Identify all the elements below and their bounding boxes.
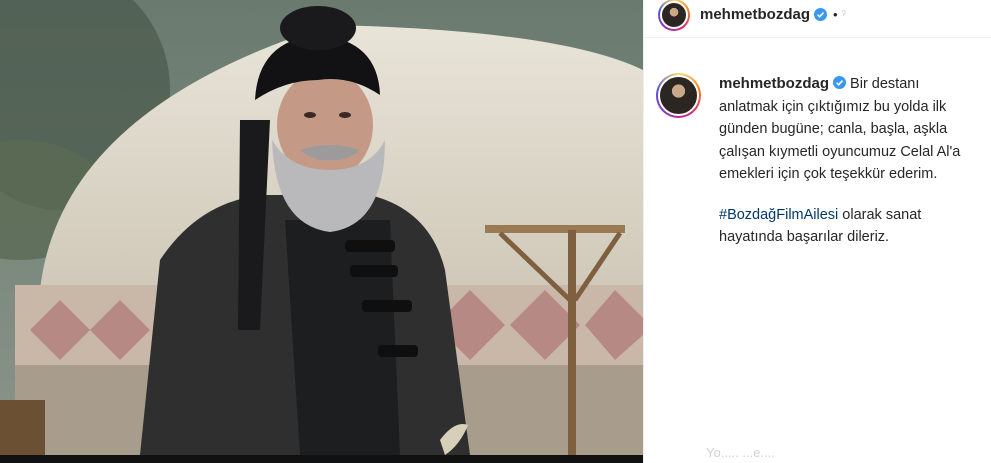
header-dot: • (833, 7, 838, 22)
hashtag-link[interactable]: #BozdağFilmAilesi (719, 207, 838, 223)
follow-button[interactable]: ˀ (842, 8, 846, 22)
header-username[interactable]: mehmetbozdag (700, 6, 810, 23)
panel-divider (643, 0, 644, 463)
caption-avatar[interactable] (656, 73, 701, 118)
caption-paragraph-2: #BozdağFilmAilesi olarak sanat hayatında… (719, 204, 979, 249)
avatar[interactable] (658, 0, 690, 31)
caption-paragraph-1: mehmetbozdag Bir destanı anlatmak için ç… (719, 73, 979, 186)
post-header: mehmetbozdag • ˀ (644, 0, 991, 38)
photo-bottom-edge (0, 455, 643, 463)
post-photo (0, 0, 643, 455)
verified-badge-icon (814, 8, 828, 21)
caption-block: mehmetbozdag Bir destanı anlatmak için ç… (656, 73, 986, 249)
caption-avatar-image (658, 75, 699, 116)
faded-comment-text: Yo..... ...e.... (706, 445, 775, 460)
caption-verified-badge-icon (833, 76, 847, 89)
caption-text: mehmetbozdag Bir destanı anlatmak için ç… (719, 73, 979, 249)
photo-scene (0, 0, 643, 455)
caption-username[interactable]: mehmetbozdag (719, 75, 829, 92)
avatar-image (660, 0, 688, 29)
